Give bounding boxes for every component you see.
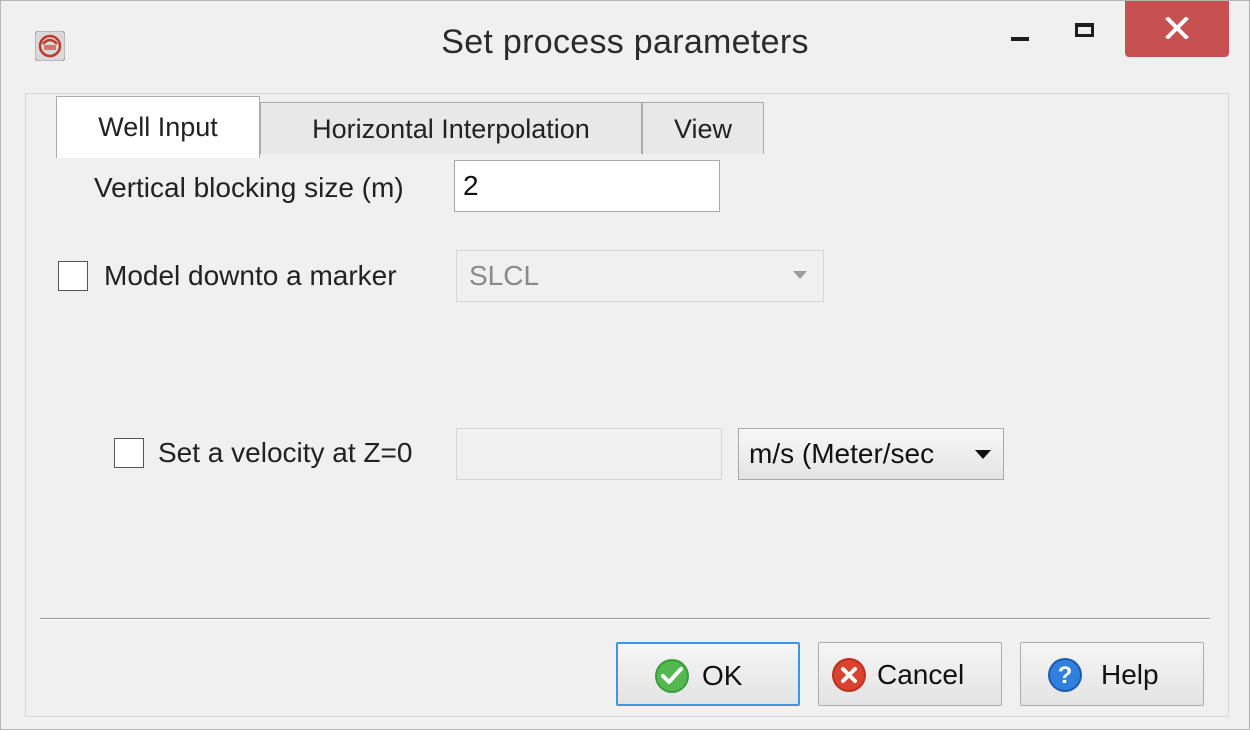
chevron-down-icon [793, 271, 807, 279]
velocity-unit-select[interactable]: m/s (Meter/sec [738, 428, 1004, 480]
velocity-input[interactable] [456, 428, 722, 480]
vertical-blocking-input[interactable] [454, 160, 720, 212]
model-downto-label: Model downto a marker [104, 260, 397, 291]
help-button[interactable]: ? Help [1020, 642, 1204, 706]
help-label: Help [1101, 659, 1159, 690]
cancel-icon [832, 658, 866, 692]
model-downto-checkbox[interactable] [58, 261, 88, 291]
velocity-unit-value: m/s (Meter/sec [749, 438, 935, 469]
chevron-down-icon [975, 450, 991, 459]
marker-select[interactable]: SLCL [456, 250, 824, 302]
tab-well-input[interactable]: Well Input [56, 96, 260, 158]
content-panel: Well Input Horizontal Interpolation View… [25, 93, 1229, 717]
close-icon [1165, 17, 1189, 39]
velocity-label: Set a velocity at Z=0 [158, 437, 413, 468]
help-icon: ? [1048, 658, 1082, 692]
maximize-button[interactable] [1053, 1, 1117, 59]
velocity-checkbox[interactable] [114, 438, 144, 468]
cancel-label: Cancel [877, 659, 965, 690]
cancel-button[interactable]: Cancel [818, 642, 1002, 706]
dialog-window: Set process parameters Well Input Horizo… [0, 0, 1250, 730]
title-bar[interactable]: Set process parameters [1, 1, 1249, 93]
minimize-icon [1011, 37, 1029, 41]
tab-horizontal-interpolation[interactable]: Horizontal Interpolation [260, 102, 642, 154]
close-button[interactable] [1125, 1, 1229, 57]
ok-label: OK [702, 660, 743, 691]
maximize-icon [1075, 23, 1094, 37]
marker-select-value: SLCL [469, 260, 540, 291]
check-icon [655, 659, 689, 693]
minimize-button[interactable] [987, 1, 1051, 59]
separator-highlight [40, 619, 1210, 620]
ok-button[interactable]: OK [616, 642, 800, 706]
tab-view[interactable]: View [642, 102, 764, 154]
vertical-blocking-label: Vertical blocking size (m) [94, 172, 404, 203]
svg-text:?: ? [1058, 662, 1073, 689]
